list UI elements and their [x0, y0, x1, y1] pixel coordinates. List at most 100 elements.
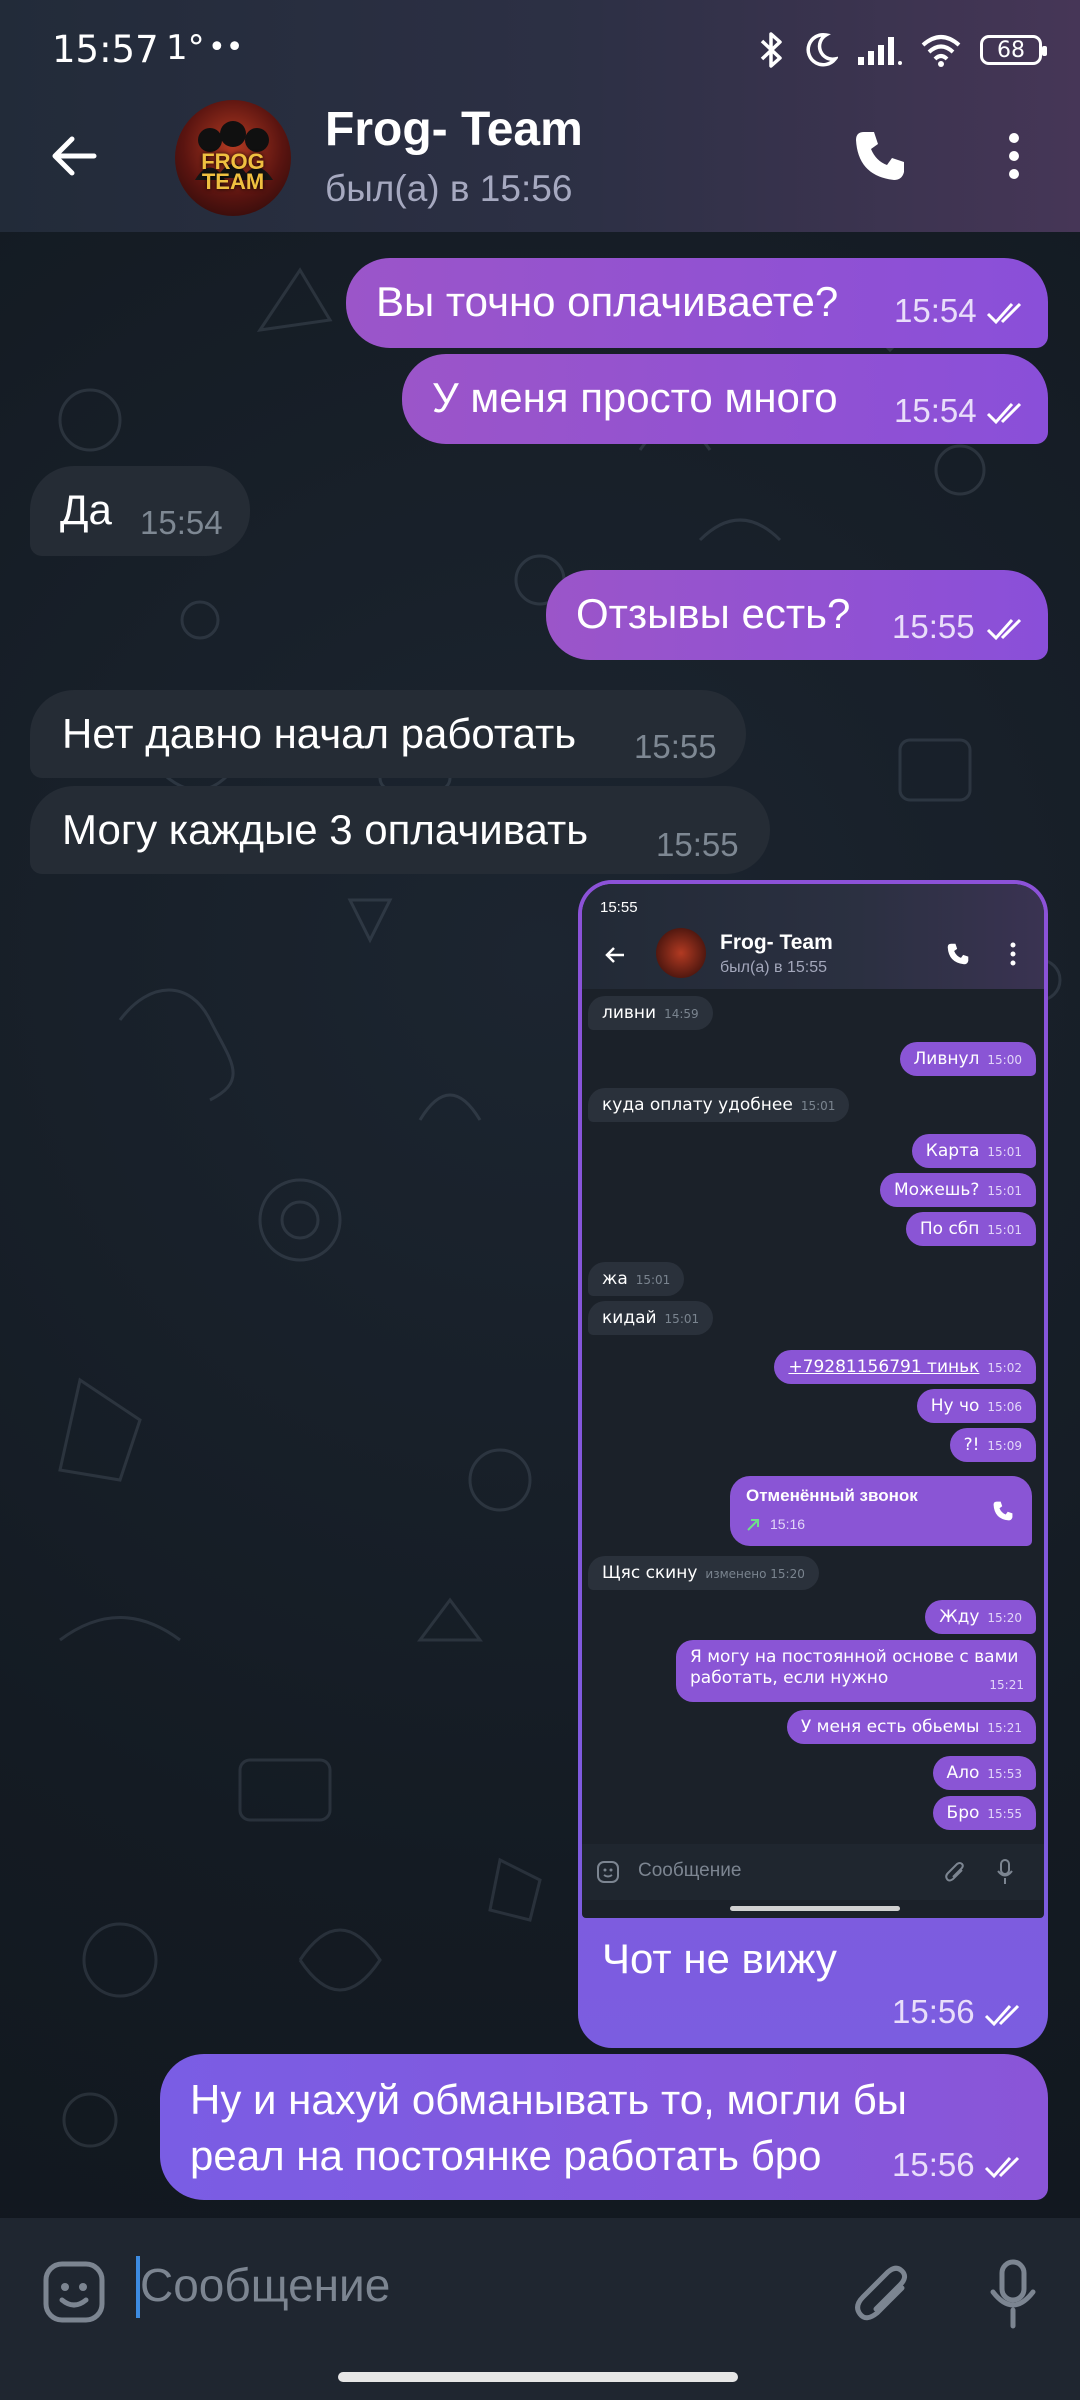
- more-options-icon[interactable]: [1000, 130, 1028, 182]
- status-temperature: 1°: [166, 28, 205, 68]
- wifi-icon: [921, 35, 961, 67]
- message-bubble-outgoing[interactable]: Отзывы есть? 15:55: [546, 570, 1048, 660]
- mini-message-time: 15:00: [987, 1053, 1022, 1067]
- message-text: Вы точно оплачиваете?: [376, 278, 839, 325]
- mini-message-time: 15:01: [800, 1099, 836, 1113]
- attach-icon[interactable]: [852, 2260, 912, 2326]
- mini-message-outgoing: +79281156791 тиньк 15:02: [774, 1350, 1036, 1384]
- message-bubble-incoming[interactable]: Да 15:54: [30, 466, 250, 556]
- mini-message-text-line1: Я могу на постоянной основе с вами: [690, 1647, 1019, 1667]
- mini-message-time: 15:01: [664, 1312, 700, 1326]
- message-bubble-outgoing[interactable]: У меня просто много 15:54: [402, 354, 1048, 444]
- mini-message-time: 15:21: [989, 1678, 1024, 1692]
- message-time: 15:54: [140, 504, 223, 541]
- mini-message-outgoing: Карта 15:01: [911, 1134, 1036, 1168]
- message-text: Отзывы есть?: [576, 590, 851, 637]
- message-input[interactable]: Сообщение: [140, 2258, 390, 2312]
- message-time: 15:54: [894, 292, 977, 329]
- mini-message-text-line2: работать, если нужно: [690, 1668, 889, 1688]
- mini-message-text: Щяс скину: [602, 1563, 698, 1583]
- double-check-icon: [986, 302, 1022, 325]
- mini-message-text: ?!: [963, 1435, 980, 1455]
- mini-message-incoming: кидай 15:01: [588, 1301, 714, 1335]
- mini-phone-icon: [947, 943, 969, 965]
- mini-message-time: 15:01: [987, 1184, 1022, 1198]
- back-arrow-icon[interactable]: [48, 130, 100, 182]
- bluetooth-icon: [760, 32, 782, 68]
- sticker-emoji-icon[interactable]: [42, 2260, 106, 2324]
- mini-mic-icon: [997, 1859, 1013, 1884]
- message-time: 15:54: [894, 392, 977, 429]
- message-bubble-incoming[interactable]: Нет давно начал работать 15:55: [30, 690, 746, 778]
- message-time: 15:55: [634, 728, 717, 765]
- mini-message-time: 15:06: [987, 1400, 1022, 1414]
- mini-message-text: Карта: [925, 1141, 980, 1161]
- mini-message-incoming: куда оплату удобнее 15:01: [588, 1088, 850, 1122]
- mini-message-time: 15:01: [987, 1223, 1022, 1237]
- mini-message-incoming: жа 15:01: [588, 1262, 685, 1296]
- message-bubble-incoming[interactable]: Могу каждые 3 оплачивать 15:55: [30, 786, 770, 874]
- mini-message-time: 15:20: [987, 1611, 1022, 1625]
- phone-icon[interactable]: [852, 128, 908, 184]
- mini-message-text: Можешь?: [893, 1180, 980, 1200]
- mini-call-phone-icon: [993, 1501, 1013, 1521]
- mini-message-time: 15:09: [987, 1439, 1022, 1453]
- status-time: 15:57: [52, 28, 159, 71]
- mini-message-outgoing: По сбп 15:01: [905, 1212, 1036, 1246]
- mini-message-outgoing: У меня есть обьемы 15:21: [786, 1710, 1036, 1744]
- mini-call-time: 15:16: [770, 1516, 806, 1532]
- status-bar: 15:57 1° •• 68: [0, 0, 1080, 100]
- message-bubble-outgoing[interactable]: Ну и нахуй обманывать то, могли бы реал …: [160, 2054, 1048, 2200]
- mini-message-outgoing-multiline: Я могу на постоянной основе с вами работ…: [676, 1640, 1036, 1702]
- mini-message-outgoing: Ну чо 15:06: [916, 1389, 1036, 1423]
- battery-level: 68: [997, 37, 1025, 63]
- chat-header: 15:57 1° •• 68 FROG TEAM Frog- Team был(…: [0, 0, 1080, 232]
- mini-message-text: +79281156791 тиньк: [788, 1357, 980, 1377]
- mini-last-seen: был(а) в 15:55: [720, 959, 827, 976]
- mini-input-bar: Сообщение: [582, 1844, 1044, 1900]
- mini-message-incoming: ливни 14:59: [588, 996, 713, 1030]
- message-text-line2: реал на постоянке работать бро: [190, 2132, 822, 2179]
- double-check-icon: [984, 2156, 1020, 2179]
- mini-message-text: Ало: [946, 1763, 980, 1783]
- double-check-icon: [986, 618, 1022, 641]
- mini-message-text: Жду: [939, 1607, 980, 1627]
- mini-message-time: 15:01: [635, 1273, 671, 1287]
- signal-icon: [858, 37, 902, 65]
- mini-message-incoming: Щяс скину изменено 15:20: [588, 1556, 819, 1590]
- double-check-icon: [984, 2004, 1020, 2027]
- message-text: Нет давно начал работать: [62, 710, 577, 757]
- mini-more-icon: [1010, 942, 1016, 966]
- mini-message-text: Ливнул: [913, 1049, 980, 1069]
- mini-message-text: Бро: [946, 1803, 980, 1823]
- mini-message-outgoing: Бро 15:55: [932, 1796, 1036, 1830]
- mini-message-text: куда оплату удобнее: [602, 1095, 793, 1115]
- mini-message-text: ливни: [602, 1003, 657, 1023]
- message-time: 15:55: [656, 826, 739, 863]
- mini-input-placeholder: Сообщение: [638, 1860, 742, 1881]
- mini-avatar: [656, 928, 706, 978]
- message-time: 15:56: [892, 1993, 975, 2030]
- mini-message-outgoing: ?! 15:09: [949, 1428, 1036, 1462]
- avatar[interactable]: FROG TEAM: [175, 100, 291, 216]
- attached-screenshot[interactable]: 15:55 Frog- Team был(а) в 15:55 ливни 14:…: [582, 884, 1044, 1918]
- mini-message-time: 14:59: [664, 1007, 699, 1021]
- mini-message-time: 15:02: [987, 1361, 1022, 1375]
- chat-title[interactable]: Frog- Team: [325, 102, 583, 157]
- mini-status-time: 15:55: [600, 899, 638, 916]
- message-text: У меня просто много: [432, 374, 838, 421]
- status-icons: 68: [758, 26, 1047, 74]
- mini-message-time: 15:55: [987, 1807, 1022, 1821]
- mini-message-text: У меня есть обьемы: [800, 1717, 980, 1737]
- avatar-logo-text: FROG TEAM: [201, 149, 265, 194]
- message-text-line1: Ну и нахуй обманывать то, могли бы: [190, 2076, 907, 2123]
- battery-icon: 68: [980, 35, 1047, 65]
- mini-sticker-icon: [597, 1861, 619, 1883]
- message-bubble-outgoing[interactable]: Вы точно оплачиваете? 15:54: [346, 258, 1048, 348]
- mini-call-label: Отменённый звонок: [746, 1486, 918, 1505]
- mini-message-text: жа: [602, 1269, 628, 1289]
- mini-message-text: Ну чо: [930, 1396, 980, 1416]
- mini-call-arrow-icon: [747, 1519, 759, 1531]
- microphone-icon[interactable]: [988, 2258, 1038, 2330]
- message-text: Чот не вижу: [602, 1935, 837, 1982]
